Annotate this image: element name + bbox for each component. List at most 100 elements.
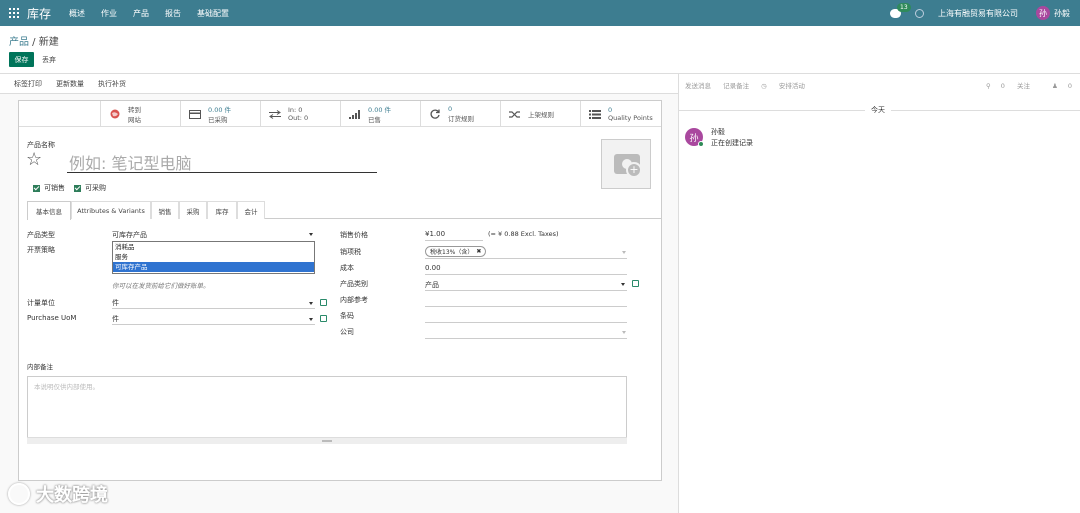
log-note-button[interactable]: 记录备注 [723,82,749,90]
uom-label: 计量单位 [27,299,55,307]
external-link-icon[interactable] [320,315,327,322]
breadcrumb-products[interactable]: 产品 [9,37,29,48]
print-labels-button[interactable]: 标签打印 [14,79,42,89]
user-icon: ♟ [1052,82,1058,90]
product-type-select[interactable]: 可库存产品 [112,230,147,240]
watermark-logo-icon [8,483,30,505]
product-type-dropdown: 消耗品 服务 可库存产品 [112,241,315,274]
product-name-input[interactable]: 例如: 笔记型电脑 [67,146,377,173]
message-body: 正在创建记录 [711,139,753,147]
action-bar: 标签打印 更新数量 执行补货 [0,74,678,94]
barcode-input[interactable] [425,322,627,323]
in-out-button[interactable]: In: 0 Out: 0 [260,101,340,127]
favorite-star-icon[interactable]: ☆ [26,149,42,170]
invoice-policy-hint: 你可以在发货前给它们做好账单。 [112,282,210,290]
schedule-activity-button[interactable]: ◷ 安排活动 [761,82,815,90]
website-line2: 网站 [128,116,141,124]
activity-clock-icon[interactable] [915,8,924,18]
chat-badge: 13 [897,2,911,12]
tab-sales[interactable]: 销售 [151,201,179,219]
sale-price-label: 销售价格 [340,231,368,239]
can-be-sold-checkbox[interactable]: 可销售 [33,183,65,193]
sale-price-input[interactable]: ¥1.00 [425,230,445,238]
menu-configuration[interactable]: 基础配置 [197,8,229,19]
menu-reporting[interactable]: 报告 [165,8,181,19]
company-switcher[interactable]: 上海有融贸易有限公司 [938,8,1018,19]
chevron-down-icon [622,331,626,334]
putaway-rules-button[interactable]: 上架规则 [500,101,580,127]
credit-card-icon [189,109,201,119]
internal-notes-placeholder: 本说明仅供内部使用。 [34,383,99,391]
sold-label: 已售 [368,116,381,124]
breadcrumb-separator: / [29,37,39,48]
internal-notes-textarea[interactable]: 本说明仅供内部使用。 [27,376,627,444]
sale-price-underline [425,240,483,241]
menu-products[interactable]: 产品 [133,8,149,19]
putaway-label: 上架规则 [528,111,554,119]
send-message-button[interactable]: 发送消息 [685,82,711,90]
menu-operations[interactable]: 作业 [101,8,117,19]
tab-attributes-variants[interactable]: Attributes & Variants [71,201,151,219]
internal-reference-label: 内部参考 [340,296,368,304]
checkbox-checked-icon [74,184,81,192]
cost-label: 成本 [340,264,354,272]
product-form-sheet: 转到 网站 0.00 件已采购 In: 0 Out: 0 0.00 件已售 0 订货规… [18,100,662,481]
external-link-icon[interactable] [632,280,639,287]
purchase-uom-select[interactable]: 件 [112,314,119,324]
followers-button[interactable]: ♟ 0 [1042,82,1072,90]
sales-tax-tag[interactable]: 税收13%（含） ✖ [425,246,487,257]
follow-button[interactable]: 关注 [1017,82,1030,90]
uom-select[interactable]: 件 [112,298,119,308]
can-be-purchased-checkbox[interactable]: 可采购 [74,183,106,193]
cost-underline [425,274,627,275]
exchange-icon [269,109,281,119]
cost-input[interactable]: 0.00 [425,264,441,272]
option-consumable[interactable]: 消耗品 [113,242,314,252]
website-button[interactable]: 转到 网站 [100,101,180,127]
option-storable-product[interactable]: 可库存产品 [113,262,314,272]
sales-tax-label: 销项税 [340,248,361,256]
internal-notes-label: 内部备注 [27,363,53,371]
purchased-value: 0.00 件 [208,106,232,114]
attachments-button[interactable]: ⚲ 0 [976,82,1005,90]
chevron-down-icon [309,302,313,305]
purchased-button[interactable]: 0.00 件已采购 [180,101,260,127]
product-category-label: 产品类别 [340,280,368,288]
message-author[interactable]: 孙毅 [711,127,725,137]
chatter-right-actions: ⚲ 0 关注 ♟ 0 [966,80,1072,90]
menu-overview[interactable]: 概述 [69,8,85,19]
quality-points-button[interactable]: 0 Quality Points [580,101,660,127]
user-avatar[interactable]: 孙 [1036,6,1050,20]
chevron-down-icon [622,251,626,254]
tab-general-information[interactable]: 基本信息 [27,201,71,220]
chat-icon[interactable]: 13 [890,2,911,18]
tab-purchase[interactable]: 采购 [179,201,207,219]
close-icon[interactable]: ✖ [476,248,481,255]
tab-accounting[interactable]: 会计 [237,201,265,219]
replenish-button[interactable]: 执行补货 [98,79,126,89]
sold-button[interactable]: 0.00 件已售 [340,101,420,127]
external-link-icon[interactable] [320,299,327,306]
quality-points-value: 0 [608,106,613,114]
resize-handle[interactable] [27,437,627,444]
can-be-purchased-label: 可采购 [85,184,106,192]
save-button[interactable]: 保存 [9,52,34,67]
apps-grid-icon[interactable] [9,8,19,18]
list-icon [589,109,601,119]
app-brand[interactable]: 库存 [27,5,51,22]
user-menu[interactable]: 孙毅 [1054,8,1070,19]
smart-button-box: 转到 网站 0.00 件已采购 In: 0 Out: 0 0.00 件已售 0 订货规… [19,101,661,127]
internal-reference-input[interactable] [425,306,627,307]
tab-inventory[interactable]: 库存 [207,201,237,219]
update-quantity-button[interactable]: 更新数量 [56,79,84,89]
watermark-text: 大数跨境 [36,485,108,506]
company-select[interactable] [425,338,627,339]
control-panel [0,26,1080,74]
reordering-rules-button[interactable]: 0 订货规则 [420,101,500,127]
globe-icon [109,109,121,119]
clock-icon: ◷ [761,82,769,90]
product-category-select[interactable]: 产品 [425,280,439,290]
product-image-upload[interactable]: + [601,139,651,189]
option-service[interactable]: 服务 [113,252,314,262]
discard-button[interactable]: 丢弃 [42,52,56,67]
